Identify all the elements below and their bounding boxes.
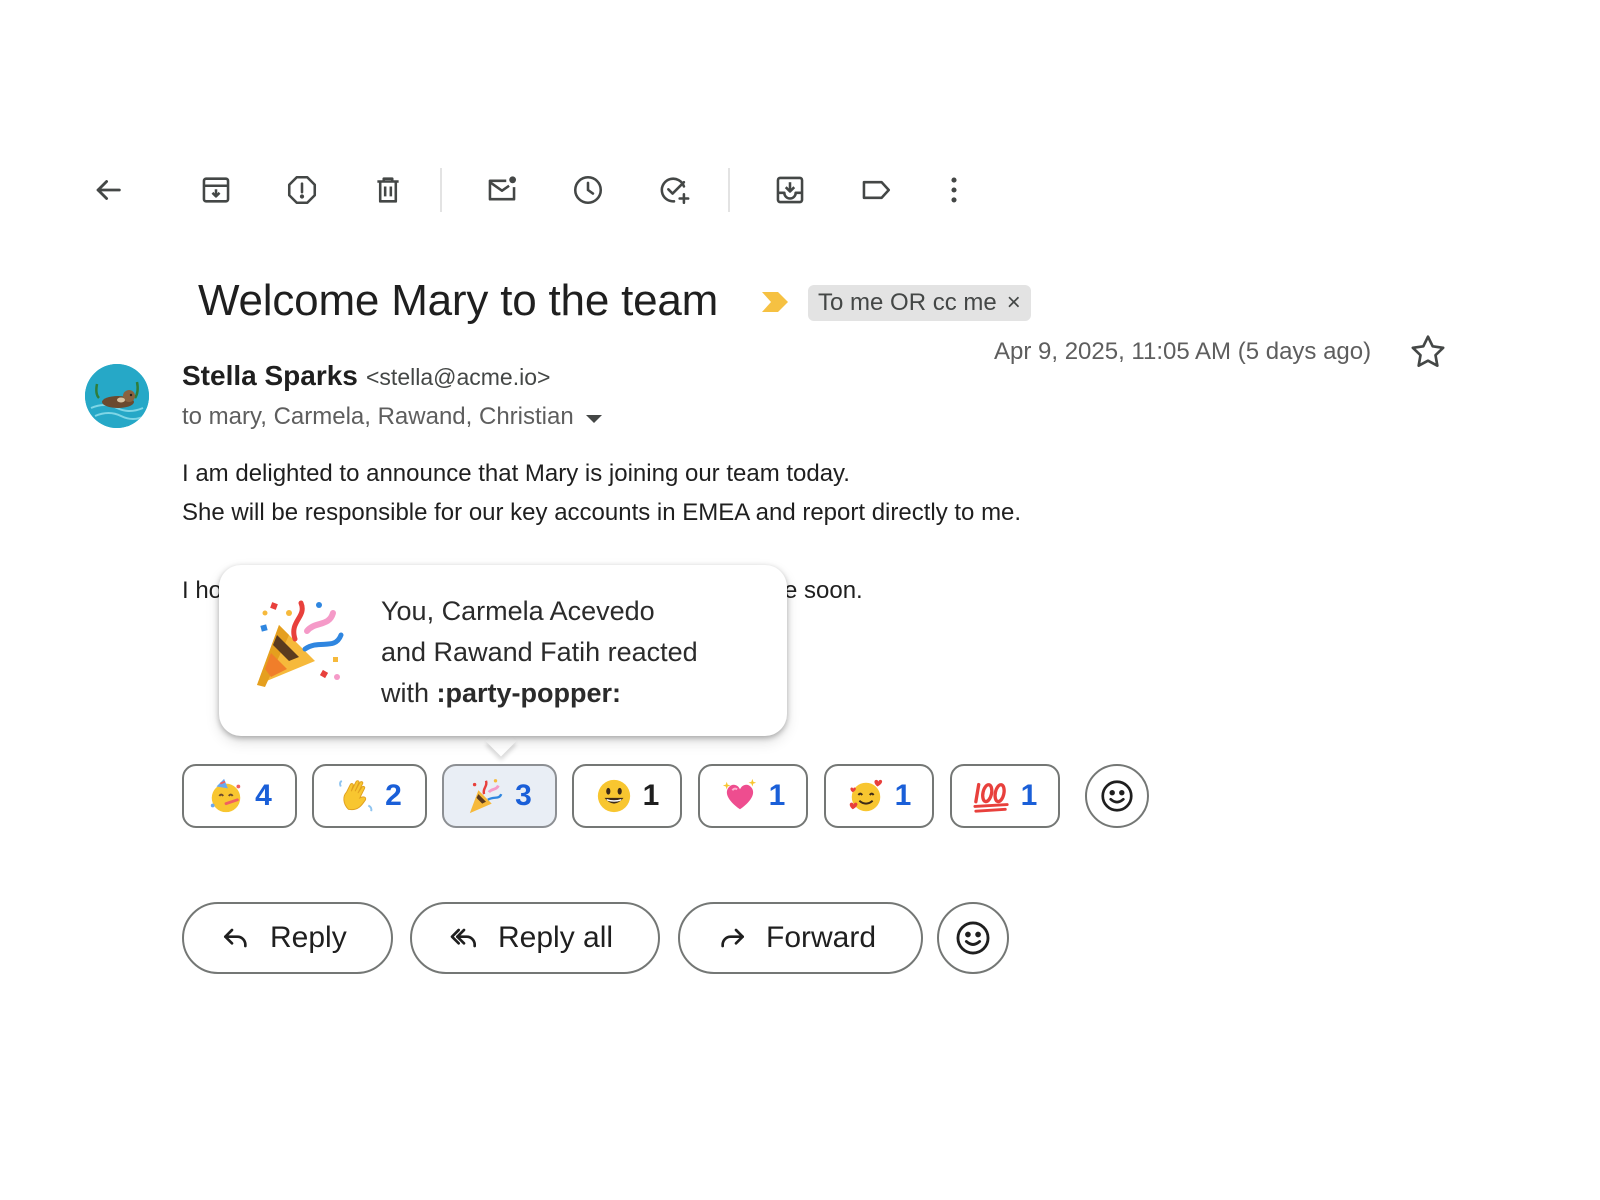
mark-unread-button[interactable]	[478, 162, 526, 218]
add-task-icon	[660, 177, 690, 205]
body-line-3-start: I ho	[182, 577, 223, 604]
toolbar-divider	[728, 168, 730, 212]
trash-icon	[377, 177, 399, 203]
add-reaction-button[interactable]	[1085, 764, 1149, 828]
forward-button[interactable]: Forward	[678, 902, 923, 974]
move-to-button[interactable]	[766, 162, 814, 218]
add-to-tasks-button[interactable]	[650, 162, 698, 218]
label-icon	[862, 180, 891, 200]
react-button[interactable]	[937, 902, 1009, 974]
body-line-3-end: e soon.	[784, 577, 863, 604]
arrow-left-icon	[96, 180, 121, 200]
party-popper-icon	[470, 779, 503, 814]
archive-button[interactable]	[192, 162, 240, 218]
star-icon[interactable]	[1408, 332, 1448, 372]
body-line-1: I am delighted to announce that Mary is …	[182, 460, 850, 487]
tooltip-emoji-code: :party-popper:	[436, 678, 622, 708]
reaction-count: 2	[385, 779, 402, 812]
recipients-line: to mary, Carmela, Rawand, Christian	[182, 403, 602, 431]
smiling-face-with-hearts-icon	[849, 779, 882, 812]
party-popper-icon	[257, 600, 344, 687]
email-subject: Welcome Mary to the team	[198, 276, 719, 325]
waving-hand-icon	[339, 780, 373, 812]
more-vertical-icon	[951, 177, 957, 203]
reaction-count: 1	[768, 779, 786, 812]
archive-icon	[202, 177, 230, 203]
hundred-points-icon	[973, 782, 1009, 813]
forward-icon	[721, 928, 744, 948]
tooltip-line-1: You, Carmela Acevedo	[381, 596, 655, 626]
mark-unread-icon	[488, 176, 517, 201]
reaction-count: 4	[255, 779, 272, 812]
message-toolbar	[84, 162, 1004, 218]
reaction-chip-grinning-face[interactable]: 1	[572, 764, 682, 828]
tooltip-arrow-joint	[478, 718, 524, 734]
avatar[interactable]	[85, 364, 149, 428]
smiley-icon	[1101, 780, 1133, 812]
toolbar-divider	[440, 168, 442, 212]
reply-all-button[interactable]: Reply all	[410, 902, 660, 974]
recipients-text: to mary, Carmela, Rawand, Christian	[182, 403, 574, 430]
clock-icon	[573, 175, 603, 205]
reply-icon	[224, 928, 247, 948]
smiley-icon	[956, 921, 990, 955]
snooze-button[interactable]	[564, 162, 612, 218]
delete-button[interactable]	[364, 162, 412, 218]
tooltip-text: You, Carmela Acevedo and Rawand Fatih re…	[381, 591, 698, 714]
show-details-caret-icon[interactable]	[585, 415, 602, 423]
sender-email: <stella@acme.io>	[366, 364, 551, 390]
back-button[interactable]	[84, 162, 132, 218]
partying-face-icon	[210, 778, 241, 813]
message-date: Apr 9, 2025, 11:05 AM (5 days ago)	[994, 338, 1372, 365]
label-chip-text: To me OR cc me	[818, 289, 997, 316]
reaction-count: 3	[515, 779, 532, 812]
reaction-count: 1	[1020, 779, 1038, 812]
reaction-chip-sparkling-heart[interactable]: 1	[698, 764, 808, 828]
reaction-count: 1	[642, 779, 660, 812]
reply-all-label: Reply all	[498, 921, 614, 954]
reaction-chip-partying-face[interactable]: 4	[182, 764, 297, 828]
sender-name[interactable]: Stella Sparks	[182, 360, 358, 392]
reaction-chip-smiling-face-with-hearts[interactable]: 1	[824, 764, 934, 828]
forward-label: Forward	[766, 921, 877, 954]
tooltip-line-2: and Rawand Fatih reacted	[381, 637, 698, 667]
report-spam-button[interactable]	[278, 162, 326, 218]
report-spam-icon	[287, 175, 317, 205]
labels-button[interactable]	[852, 162, 900, 218]
reaction-chip-hundred-points[interactable]: 1	[950, 764, 1060, 828]
importance-marker-icon[interactable]	[760, 290, 790, 314]
reply-label: Reply	[270, 921, 347, 954]
reaction-chip-waving-hand[interactable]: 2	[312, 764, 427, 828]
reaction-count: 1	[894, 779, 912, 812]
label-chip[interactable]: To me OR cc me ×	[808, 285, 1031, 321]
tooltip-with: with	[381, 678, 437, 708]
reply-button[interactable]: Reply	[182, 902, 393, 974]
grinning-face-icon	[597, 779, 630, 813]
otter-avatar-icon	[85, 364, 149, 428]
reaction-tooltip: You, Carmela Acevedo and Rawand Fatih re…	[219, 565, 787, 736]
reply-all-icon	[450, 928, 476, 948]
reaction-chip-party-popper[interactable]: 3	[442, 764, 557, 828]
more-button[interactable]	[930, 162, 978, 218]
move-to-inbox-icon	[776, 176, 804, 204]
sparkling-heart-icon	[722, 778, 756, 810]
body-line-2: She will be responsible for our key acco…	[182, 499, 1022, 526]
remove-label-icon[interactable]: ×	[1007, 291, 1021, 315]
tooltip-line-3: with :party-popper:	[381, 673, 698, 714]
